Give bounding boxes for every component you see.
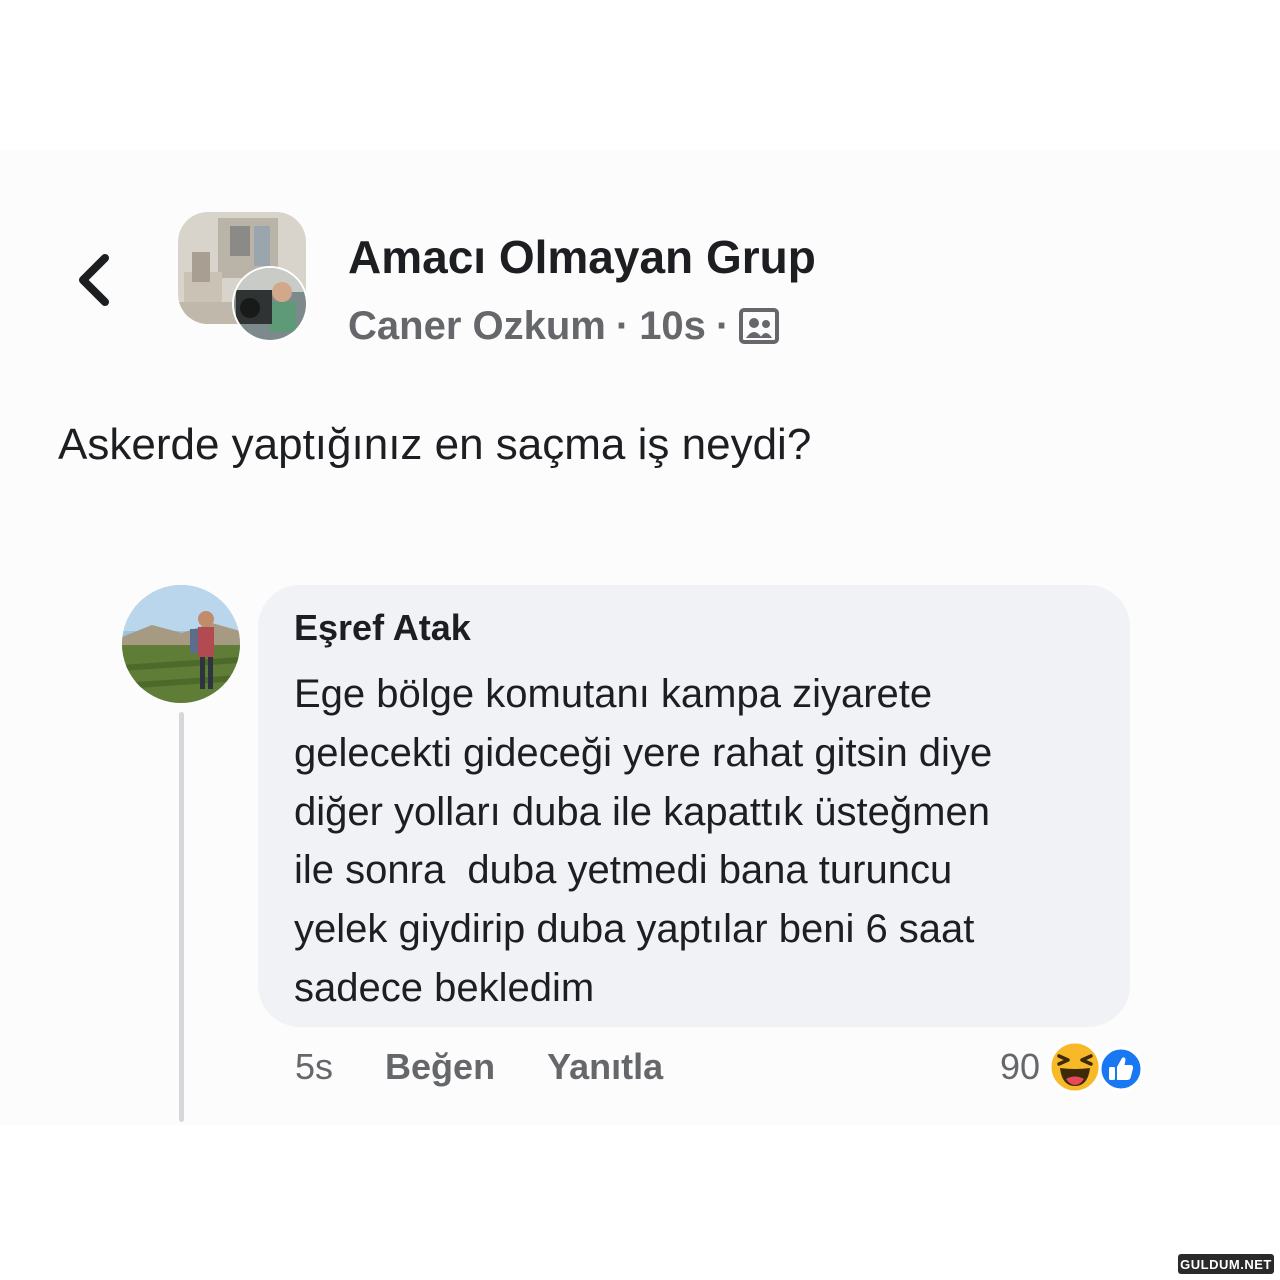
comment-line: diğer yolları duba ile kapattık üsteğmen bbox=[294, 789, 990, 834]
like-button[interactable]: Beğen bbox=[385, 1046, 495, 1088]
comment-text: Ege bölge komutanı kampa ziyarete gelece… bbox=[294, 665, 1124, 1018]
comment-line: gelecekti gideceği yere rahat gitsin diy… bbox=[294, 730, 993, 775]
separator-dot: · bbox=[715, 303, 730, 348]
comment-time[interactable]: 5s bbox=[295, 1046, 333, 1088]
reaction-icons bbox=[1048, 1040, 1152, 1094]
group-audience-icon bbox=[739, 308, 780, 344]
author-name[interactable]: Caner Ozkum bbox=[348, 304, 606, 349]
chevron-left-icon bbox=[79, 254, 109, 306]
haha-icon bbox=[1048, 1040, 1102, 1094]
post-text: Askerde yaptığınız en saçma iş neydi? bbox=[58, 420, 812, 469]
post-time[interactable]: 10s bbox=[639, 304, 706, 349]
commenter-avatar[interactable] bbox=[122, 585, 240, 703]
back-button[interactable] bbox=[68, 248, 118, 312]
group-avatar[interactable] bbox=[178, 212, 306, 340]
comment-actions: 5s Beğen Yanıtla bbox=[295, 1042, 663, 1092]
reply-button[interactable]: Yanıtla bbox=[547, 1046, 663, 1088]
site-watermark: GULDUM.NET bbox=[1178, 1254, 1274, 1274]
post-meta: Caner Ozkum · 10s · bbox=[348, 300, 780, 352]
commenter-name[interactable]: Eşref Atak bbox=[294, 607, 471, 649]
comment-line: sadece bekledim bbox=[294, 965, 595, 1010]
thread-line bbox=[179, 712, 184, 1122]
separator-dot: · bbox=[615, 303, 630, 348]
like-icon bbox=[1098, 1046, 1144, 1092]
comment-line: yelek giydirip duba yaptılar beni 6 saat bbox=[294, 907, 975, 952]
reaction-count: 90 bbox=[1000, 1046, 1041, 1087]
group-name[interactable]: Amacı Olmayan Grup bbox=[348, 230, 816, 284]
reactions-summary[interactable]: 90 bbox=[1000, 1040, 1152, 1094]
comment-line: ile sonra duba yetmedi bana turuncu bbox=[294, 848, 953, 893]
comment-line: Ege bölge komutanı kampa ziyarete bbox=[294, 672, 933, 716]
